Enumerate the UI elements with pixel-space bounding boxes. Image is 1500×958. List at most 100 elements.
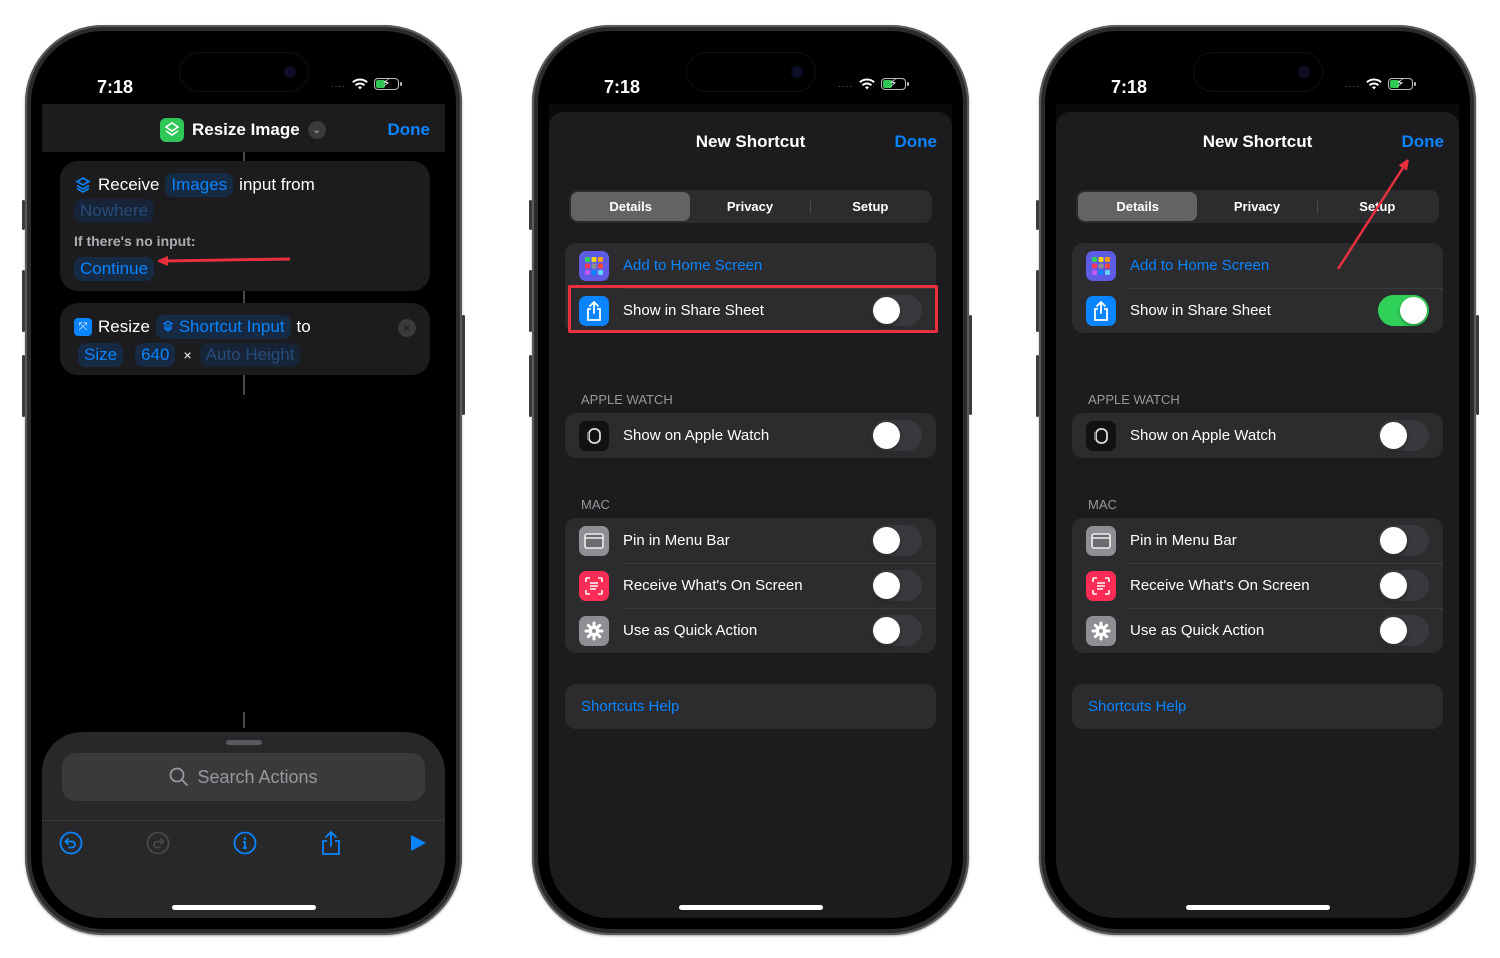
shortcuts-help-label: Shortcuts Help	[1088, 698, 1187, 715]
sheet-done-button[interactable]: Done	[1402, 132, 1445, 152]
remove-action-icon[interactable]: ✕	[398, 319, 416, 337]
phone-details-off: 7:18 .... ⚡ New Shortcut Done Details Pr…	[529, 25, 972, 935]
shortcut-input-token[interactable]: Shortcut Input	[155, 315, 291, 339]
mac-group: Pin in Menu Bar Receive What's On Screen…	[1072, 518, 1443, 653]
search-icon	[170, 767, 189, 786]
tab-privacy[interactable]: Privacy	[1197, 192, 1316, 221]
pin-menu-bar-toggle[interactable]	[1378, 525, 1429, 556]
width-token[interactable]: 640	[135, 343, 176, 367]
height-token[interactable]: Auto Height	[199, 343, 301, 367]
receive-on-screen-toggle[interactable]	[871, 570, 922, 601]
receive-action-card[interactable]: Receive Images input from Nowhere If the…	[60, 161, 430, 291]
wifi-icon	[1366, 78, 1382, 90]
mac-group: Pin in Menu Bar Receive What's On Screen…	[565, 518, 936, 653]
volume-up-button	[22, 270, 25, 332]
screen-capture-icon	[579, 570, 609, 601]
input-source-token[interactable]: Nowhere	[74, 199, 155, 223]
resize-mode-token[interactable]: Size	[78, 343, 124, 367]
undo-icon[interactable]	[58, 830, 84, 856]
signal-icon: ....	[1344, 78, 1360, 90]
apple-watch-group: Show on Apple Watch	[565, 413, 936, 458]
menu-bar-icon	[1086, 525, 1116, 556]
resize-action-card[interactable]: ⤧ Resize Shortcut Input to Size 640 × Au…	[60, 303, 430, 375]
phone-details-on: 7:18 .... ⚡ New Shortcut Done Details Pr…	[1036, 25, 1479, 935]
info-icon[interactable]	[232, 830, 258, 856]
tab-privacy[interactable]: Privacy	[690, 192, 809, 221]
status-time: 7:18	[1111, 77, 1148, 97]
shortcuts-help-link[interactable]: Shortcuts Help	[1072, 684, 1443, 729]
phone-editor: 7:18 .... ⚡ Resize Image ⌄ Done Receive …	[22, 25, 465, 935]
receive-on-screen-label: Receive What's On Screen	[623, 577, 803, 594]
apple-watch-row: Show on Apple Watch	[1072, 413, 1443, 458]
menu-bar-icon	[579, 525, 609, 556]
quick-action-label: Use as Quick Action	[623, 622, 758, 639]
wifi-icon	[859, 78, 875, 90]
pin-menu-bar-toggle[interactable]	[871, 525, 922, 556]
signal-icon: ....	[837, 78, 853, 90]
quick-action-toggle[interactable]	[1378, 615, 1429, 646]
add-to-home-screen-row[interactable]: Add to Home Screen	[565, 243, 936, 288]
no-input-behavior-token[interactable]: Continue	[74, 257, 155, 281]
screen-capture-icon	[1086, 570, 1116, 601]
apple-watch-header: APPLE WATCH	[581, 392, 673, 407]
receive-verb: Receive	[98, 175, 160, 194]
chevron-down-icon: ⌄	[307, 121, 326, 139]
tab-details[interactable]: Details	[1078, 192, 1198, 221]
resize-icon: ⤧	[74, 318, 92, 336]
receive-on-screen-label: Receive What's On Screen	[1130, 577, 1310, 594]
quick-action-row: Use as Quick Action	[565, 608, 936, 653]
shortcut-title: Resize Image	[192, 120, 300, 139]
shortcut-input-icon	[75, 177, 91, 193]
search-actions-input[interactable]: Search Actions	[62, 753, 425, 801]
apple-watch-toggle[interactable]	[1378, 420, 1429, 451]
no-input-label: If there's no input:	[74, 233, 196, 249]
shortcuts-help-link[interactable]: Shortcuts Help	[565, 684, 936, 729]
apple-watch-toggle[interactable]	[871, 420, 922, 451]
share-sheet-toggle[interactable]	[1378, 295, 1429, 326]
receive-on-screen-toggle[interactable]	[1378, 570, 1429, 601]
share-icon[interactable]	[318, 830, 344, 856]
status-bar: 7:18 .... ⚡	[1056, 42, 1459, 104]
mac-header: MAC	[1088, 497, 1117, 512]
add-to-home-screen-row[interactable]: Add to Home Screen	[1072, 243, 1443, 288]
sheet-title: New Shortcut	[1202, 132, 1313, 151]
shortcuts-help-label: Shortcuts Help	[581, 698, 680, 715]
shortcut-input-icon	[162, 320, 174, 332]
resize-verb: Resize	[98, 317, 150, 336]
share-sheet-row: Show in Share Sheet	[1072, 288, 1443, 333]
quick-action-toggle[interactable]	[871, 615, 922, 646]
input-type-token[interactable]: Images	[165, 173, 234, 197]
dynamic-island	[1194, 53, 1322, 91]
receive-on-screen-row: Receive What's On Screen	[1072, 563, 1443, 608]
gear-icon	[1086, 615, 1116, 646]
battery-charging-icon: ⚡	[374, 76, 402, 90]
shortcut-title-menu[interactable]: Resize Image ⌄	[160, 118, 326, 142]
apple-watch-group: Show on Apple Watch	[1072, 413, 1443, 458]
times-symbol: ×	[183, 347, 192, 363]
gear-icon	[579, 615, 609, 646]
search-placeholder: Search Actions	[197, 766, 318, 787]
screen: 7:18 .... ⚡ Resize Image ⌄ Done Receive …	[42, 42, 445, 918]
quick-action-label: Use as Quick Action	[1130, 622, 1265, 639]
details-sheet: New Shortcut Done Details Privacy Setup …	[549, 112, 952, 918]
home-screen-grid-icon	[1086, 250, 1116, 281]
add-to-home-screen-label: Add to Home Screen	[1130, 257, 1270, 274]
home-indicator	[1185, 905, 1330, 910]
redo-icon[interactable]	[145, 830, 171, 856]
tab-setup[interactable]: Setup	[1318, 192, 1437, 221]
drawer-grabber[interactable]	[225, 740, 262, 745]
home-screen-grid-icon	[579, 250, 609, 281]
run-icon[interactable]	[405, 830, 431, 856]
help-group: Shortcuts Help	[1072, 684, 1443, 729]
dynamic-island	[687, 53, 815, 91]
done-button[interactable]: Done	[388, 120, 431, 140]
tab-details[interactable]: Details	[571, 192, 691, 221]
help-group: Shortcuts Help	[565, 684, 936, 729]
sheet-done-button[interactable]: Done	[895, 132, 938, 152]
pin-menu-bar-row: Pin in Menu Bar	[565, 518, 936, 563]
tab-setup[interactable]: Setup	[811, 192, 930, 221]
apple-watch-row: Show on Apple Watch	[565, 413, 936, 458]
to-text: to	[296, 317, 311, 336]
screen: 7:18 .... ⚡ New Shortcut Done Details Pr…	[1056, 42, 1459, 918]
add-to-home-screen-label: Add to Home Screen	[623, 257, 763, 274]
